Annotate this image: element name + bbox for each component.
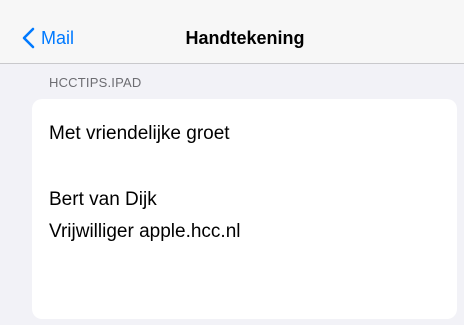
- signature-line-name: Bert van Dijk: [49, 189, 157, 210]
- navigation-bar: Mail Handtekening: [0, 0, 464, 64]
- signature-line-greeting: Met vriendelijke groet: [49, 123, 230, 144]
- signature-line-role: Vrijwilliger apple.hcc.nl: [49, 221, 241, 242]
- signature-text-area[interactable]: Met vriendelijke groet Bert van Dijk Vri…: [32, 99, 457, 319]
- account-section-header: HCCTIPS.IPAD: [49, 75, 142, 90]
- page-title: Handtekening: [185, 28, 305, 48]
